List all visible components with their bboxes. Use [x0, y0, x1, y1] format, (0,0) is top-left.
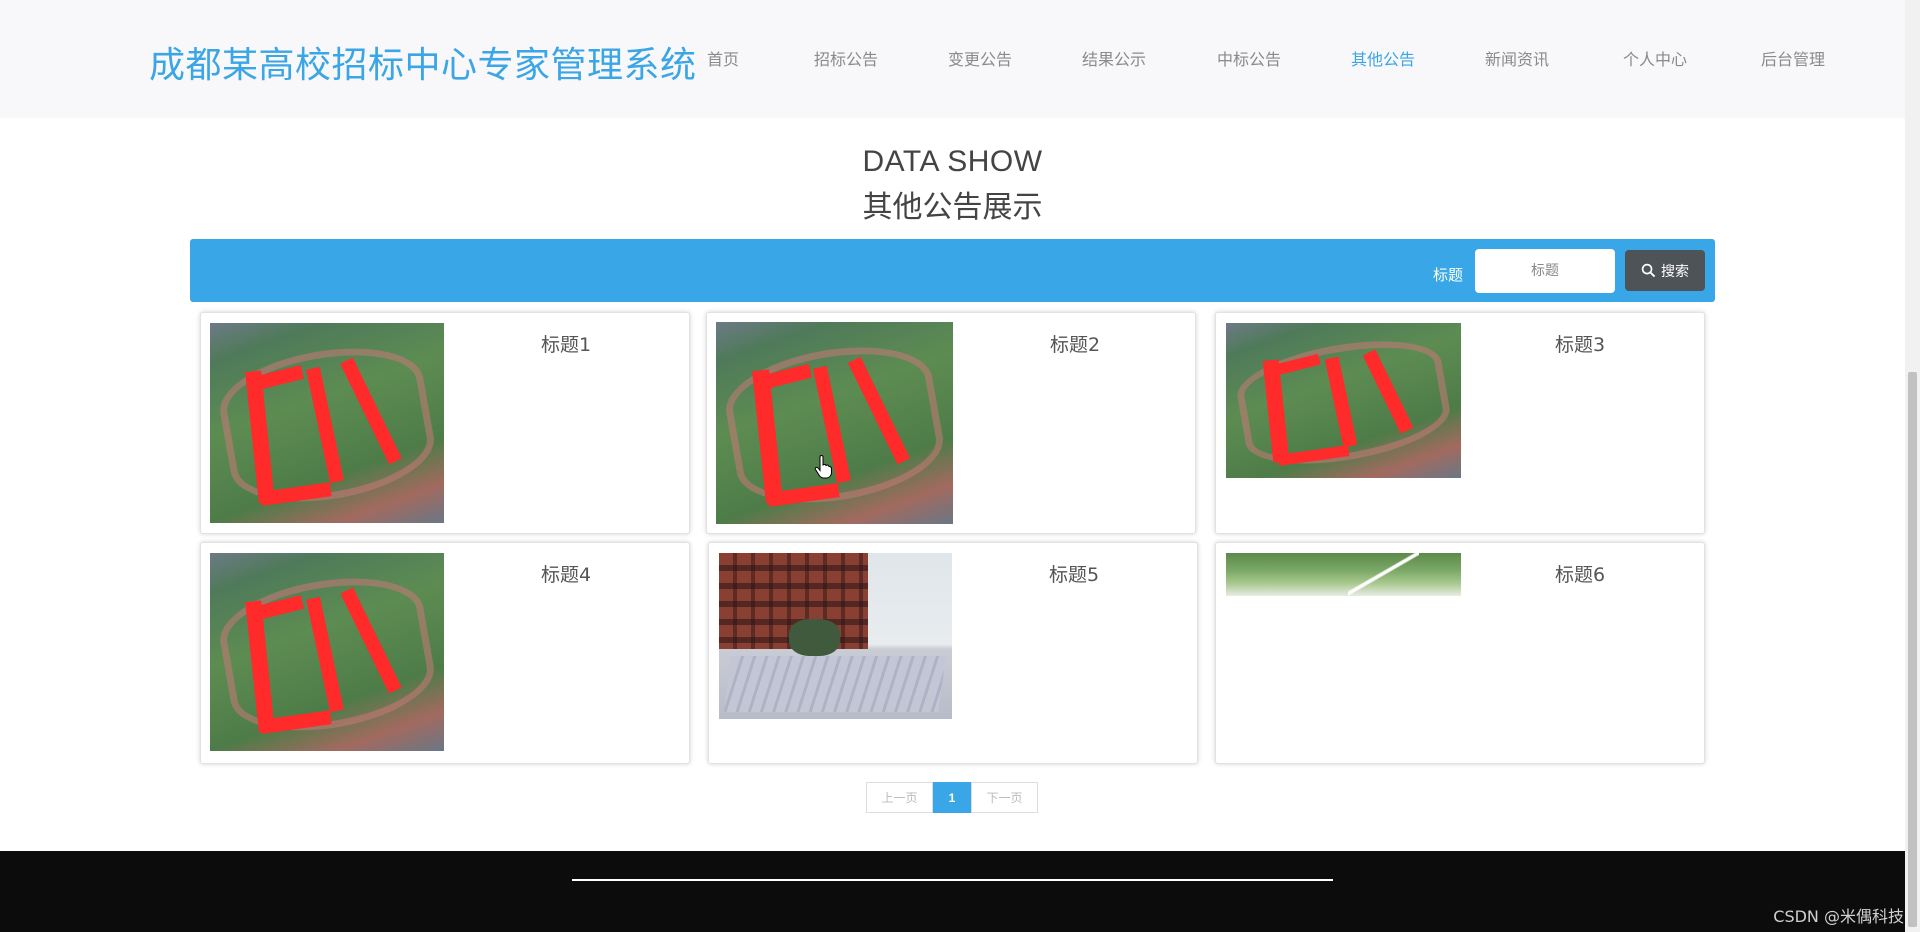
card-thumbnail	[716, 322, 953, 524]
card-title: 标题6	[1555, 564, 1606, 586]
site-footer	[0, 851, 1905, 932]
announcement-card-2[interactable]: 标题2	[706, 312, 1196, 534]
nav-item-home[interactable]: 首页	[707, 46, 739, 70]
field-photo	[716, 322, 953, 524]
field-photo	[210, 323, 444, 523]
footer-divider	[572, 879, 1333, 881]
section-heading-en: DATA SHOW	[862, 145, 1043, 178]
card-thumbnail	[210, 323, 444, 523]
card-thumbnail	[1226, 553, 1461, 596]
main-nav: 首页 招标公告 变更公告 结果公示 中标公告 其他公告 新闻资讯 个人中心 后台…	[0, 46, 1905, 69]
nav-item-tender-notice[interactable]: 招标公告	[814, 46, 878, 70]
hand-cursor-icon	[814, 455, 832, 479]
announcement-card-6[interactable]: 标题6	[1215, 542, 1705, 764]
page-scrollbar[interactable]	[1905, 0, 1920, 932]
card-title: 标题4	[541, 564, 592, 586]
nav-item-news[interactable]: 新闻资讯	[1485, 46, 1549, 70]
announcement-card-5[interactable]: 标题5	[708, 542, 1198, 764]
watermark: CSDN @米偶科技	[1773, 907, 1904, 926]
announcement-card-4[interactable]: 标题4	[200, 542, 690, 764]
nav-item-admin[interactable]: 后台管理	[1761, 46, 1825, 70]
card-thumbnail	[719, 553, 952, 719]
trees-photo	[1226, 553, 1461, 596]
site-header: 成都某高校招标中心专家管理系统 首页 招标公告 变更公告 结果公示 中标公告 其…	[0, 0, 1905, 118]
announcement-card-1[interactable]: 标题1	[200, 312, 690, 534]
prev-page-button[interactable]: 上一页	[866, 782, 933, 813]
nav-item-result-publicity[interactable]: 结果公示	[1082, 46, 1146, 70]
next-page-button[interactable]: 下一页	[971, 782, 1038, 813]
card-title: 标题1	[541, 334, 592, 356]
search-button-label: 搜索	[1661, 263, 1689, 280]
card-thumbnail	[1226, 323, 1461, 478]
nav-item-other-notice[interactable]: 其他公告	[1351, 46, 1415, 70]
section-heading-cn: 其他公告展示	[862, 190, 1043, 225]
nav-item-personal-center[interactable]: 个人中心	[1623, 46, 1687, 70]
nav-item-change-notice[interactable]: 变更公告	[948, 46, 1012, 70]
card-title: 标题5	[1049, 564, 1100, 586]
search-icon	[1641, 263, 1656, 278]
search-input[interactable]	[1475, 249, 1615, 293]
current-page-button[interactable]: 1	[933, 782, 971, 813]
card-title: 标题2	[1050, 334, 1101, 356]
building-photo	[719, 553, 952, 719]
field-photo	[1226, 323, 1461, 478]
nav-item-award-notice[interactable]: 中标公告	[1217, 46, 1281, 70]
scrollbar-thumb[interactable]	[1908, 372, 1917, 927]
announcement-card-3[interactable]: 标题3	[1215, 312, 1705, 534]
card-thumbnail	[210, 553, 444, 751]
card-title: 标题3	[1555, 334, 1606, 356]
pagination: 上一页 1 下一页	[866, 782, 1038, 813]
search-label: 标题	[1433, 266, 1464, 284]
search-button[interactable]: 搜索	[1625, 250, 1705, 291]
field-photo	[210, 553, 444, 751]
